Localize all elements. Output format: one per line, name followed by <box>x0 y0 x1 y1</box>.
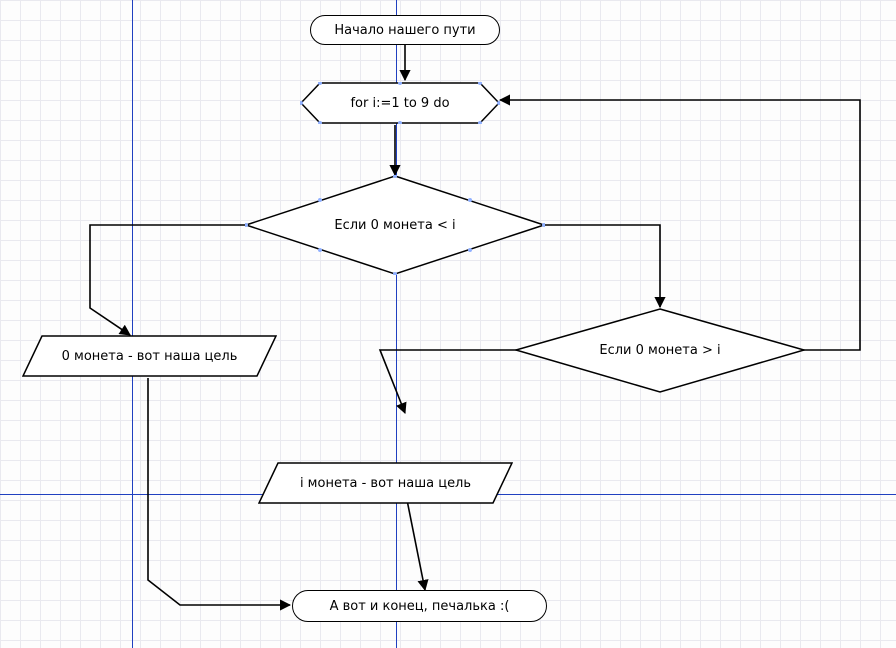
node-out-zero[interactable]: 0 монета - вот наша цель <box>22 335 277 377</box>
node-cond-gt-label: Если 0 монета > i <box>599 343 720 358</box>
node-out-zero-label: 0 монета - вот наша цель <box>62 349 238 364</box>
node-out-i[interactable]: i монета - вот наша цель <box>258 462 513 504</box>
node-loop-label: for i:=1 to 9 do <box>350 96 449 111</box>
node-loop[interactable]: for i:=1 to 9 do <box>300 82 500 124</box>
node-out-i-label: i монета - вот наша цель <box>300 476 471 491</box>
guide-vertical-1 <box>132 0 133 648</box>
node-cond-gt[interactable]: Если 0 монета > i <box>515 308 805 393</box>
node-start[interactable]: Начало нашего пути <box>310 15 500 45</box>
node-cond-lt[interactable]: Если 0 монета < i <box>245 175 545 275</box>
node-end[interactable]: А вот и конец, печалька :( <box>292 590 547 622</box>
node-end-label: А вот и конец, печалька :( <box>330 599 510 614</box>
node-cond-lt-label: Если 0 монета < i <box>334 218 455 233</box>
flowchart-canvas[interactable]: Начало нашего пути for i:=1 to 9 do Если… <box>0 0 896 648</box>
node-start-label: Начало нашего пути <box>334 23 475 38</box>
